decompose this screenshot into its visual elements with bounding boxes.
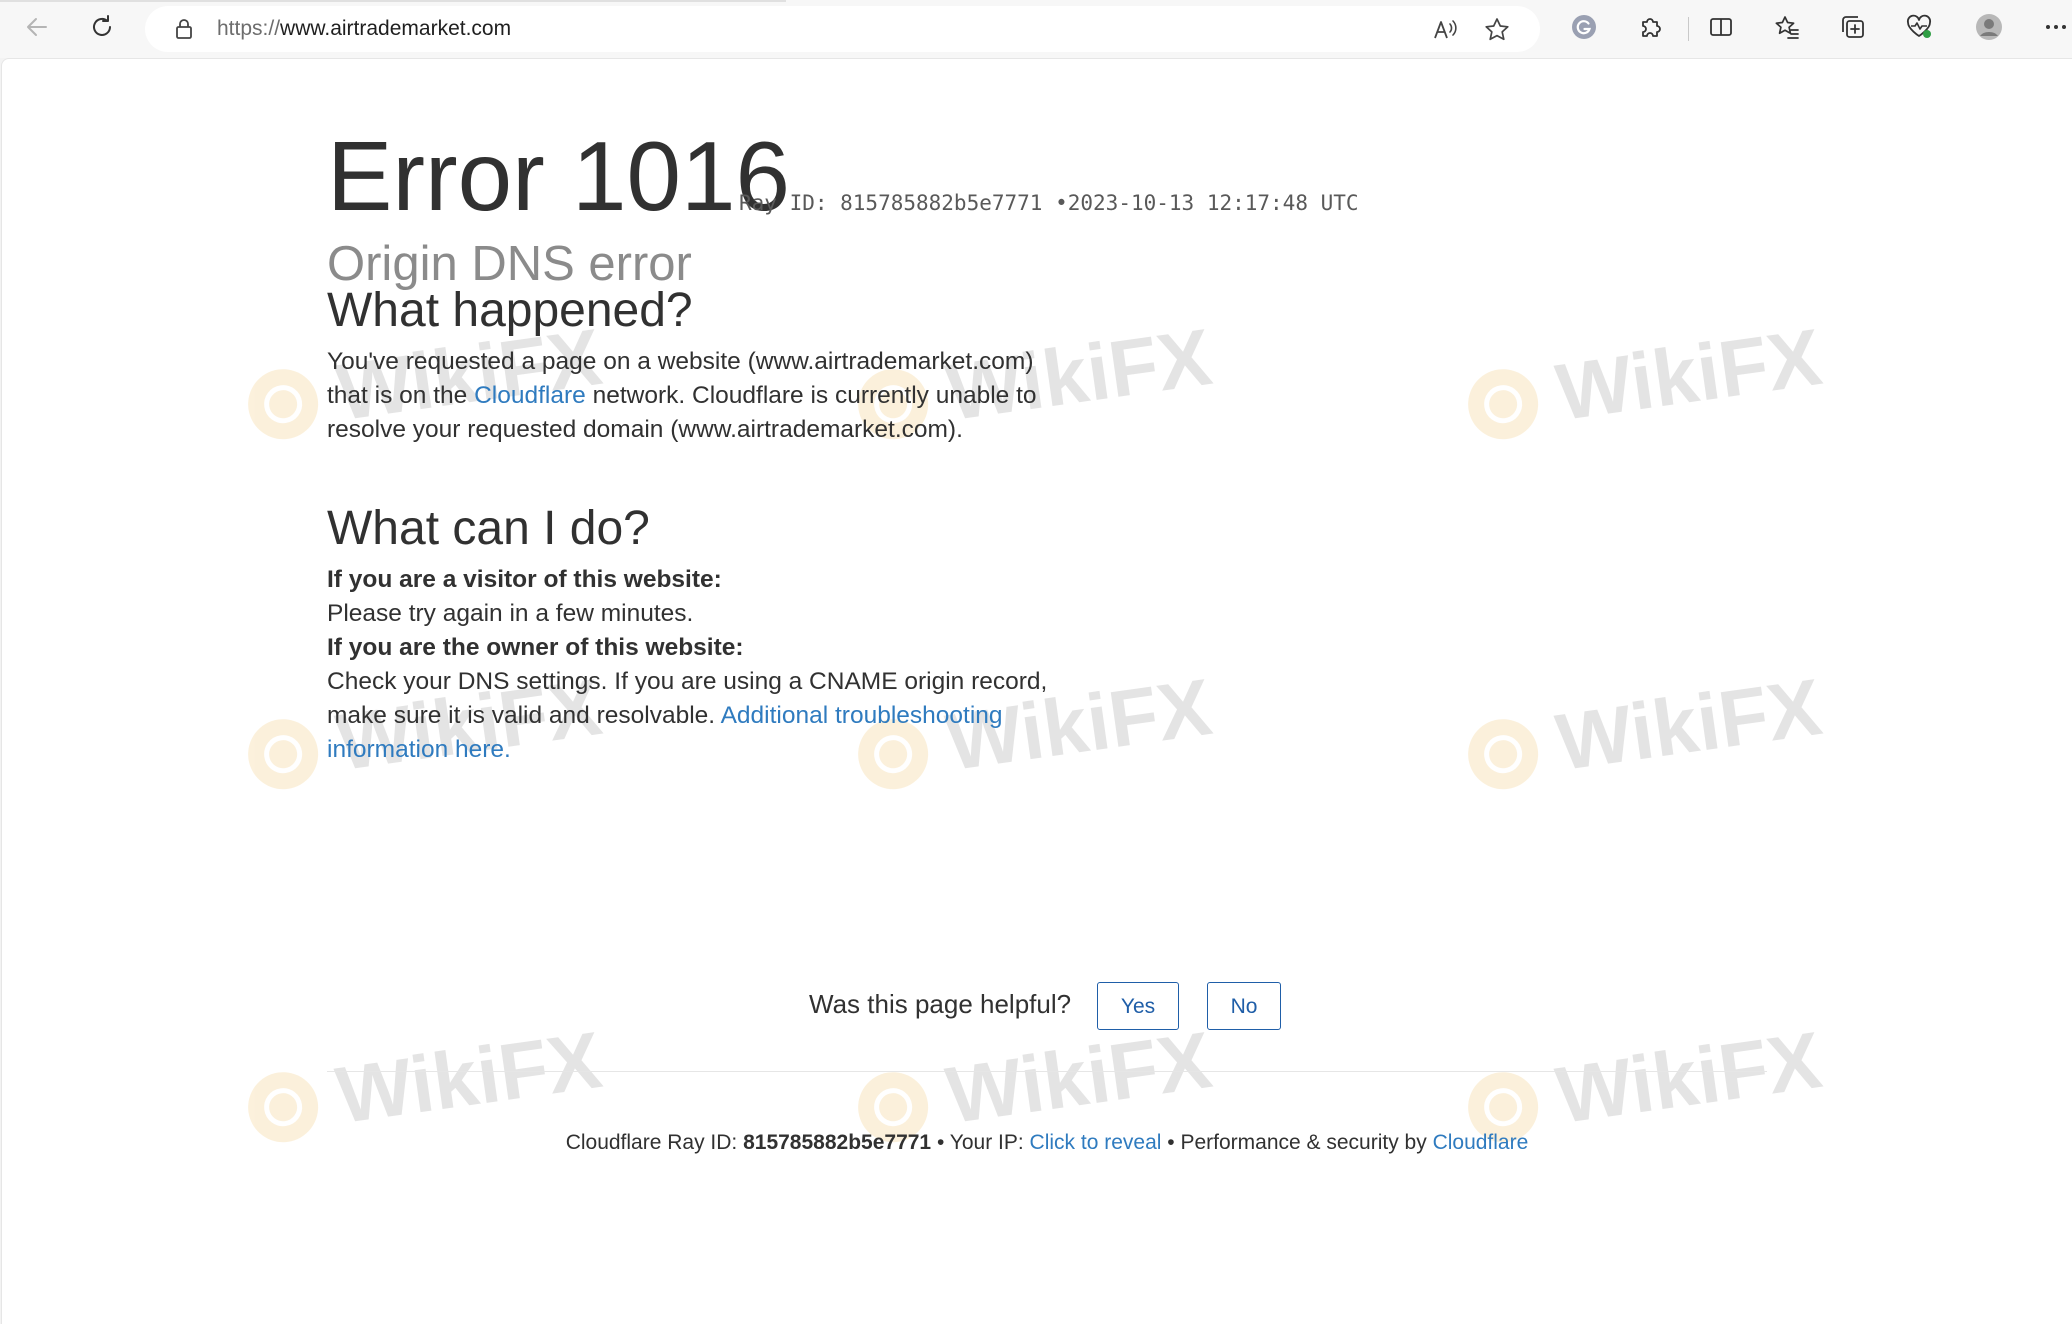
feedback-no-button[interactable]: No (1207, 982, 1281, 1030)
refresh-button[interactable] (83, 11, 121, 47)
what-can-i-do-heading: What can I do? (327, 502, 650, 555)
page-viewport: WikiFX WikiFX WikiFX WikiFX WikiFX WikiF… (1, 58, 2072, 1324)
more-icon (2042, 13, 2070, 45)
lock-icon[interactable] (170, 15, 198, 43)
watermark-logo-icon (1463, 364, 1543, 444)
watermark: WikiFX (1461, 306, 1833, 465)
reveal-ip-link[interactable]: Click to reveal (1030, 1131, 1162, 1154)
watermark-logo-icon (243, 714, 323, 794)
load-progress-line (0, 0, 786, 2)
address-url[interactable]: https://www.airtrademarket.com (217, 14, 511, 44)
feedback-section: Was this page helpful? Yes No (327, 974, 1767, 1034)
what-happened-text: You've requested a page on a website (ww… (327, 348, 1037, 443)
favorites-list-icon (1773, 13, 1801, 45)
read-aloud-icon[interactable] (1430, 15, 1460, 45)
grammarly-icon (1570, 13, 1598, 45)
watermark-logo-icon (243, 364, 323, 444)
error-title: Error 1016 (327, 121, 791, 231)
star-icon[interactable] (1482, 15, 1512, 45)
error-timestamp: 2023-10-13 12:17:48 UTC (1067, 191, 1359, 215)
footer-divider (327, 1071, 1767, 1072)
puzzle-icon (1636, 13, 1664, 45)
split-screen-button[interactable] (1702, 11, 1740, 47)
browser-toolbar: https://www.airtrademarket.com (0, 0, 2072, 58)
collections-icon (1839, 13, 1867, 45)
watermark: WikiFX (1461, 656, 1833, 815)
address-bar[interactable]: https://www.airtrademarket.com (145, 6, 1540, 52)
feedback-question: Was this page helpful? (809, 989, 1072, 1019)
owner-text: Check your DNS settings. If you are usin… (327, 668, 1048, 763)
url-host: www.airtrademarket.com (280, 17, 512, 40)
profile-button[interactable] (1970, 11, 2008, 47)
back-arrow-icon (23, 13, 51, 45)
owner-label: If you are the owner of this website: (327, 634, 744, 661)
performance-button[interactable] (1900, 11, 1938, 47)
meta-separator: • (1055, 191, 1068, 215)
watermark-logo-icon (243, 1067, 323, 1147)
watermark-logo-icon (1463, 714, 1543, 794)
footer-ray-id: 815785882b5e7771 (743, 1131, 932, 1154)
ray-id-meta: Ray ID: 815785882b5e7771 •2023-10-13 12:… (739, 189, 1359, 217)
what-happened-heading: What happened? (327, 284, 693, 337)
visitor-text: Please try again in a few minutes. (327, 600, 694, 627)
more-button[interactable] (2037, 11, 2072, 47)
refresh-icon (88, 13, 116, 45)
extensions-button[interactable] (1631, 11, 1669, 47)
toolbar-separator (1688, 17, 1689, 41)
footer: Cloudflare Ray ID: 815785882b5e7771 • Yo… (565, 1131, 1529, 1154)
visitor-label: If you are a visitor of this website: (327, 566, 722, 593)
footer-cloudflare-link[interactable]: Cloudflare (1433, 1131, 1529, 1154)
feedback-yes-button[interactable]: Yes (1097, 982, 1179, 1030)
split-screen-icon (1707, 13, 1735, 45)
back-button[interactable] (18, 11, 56, 47)
avatar-icon (1975, 13, 2003, 45)
ray-id-label: Ray ID: 815785882b5e7771 (739, 191, 1043, 215)
collections-button[interactable] (1834, 11, 1872, 47)
url-scheme: https:// (217, 17, 281, 40)
favorites-button[interactable] (1768, 11, 1806, 47)
heartbeat-icon (1905, 13, 1933, 45)
what-can-i-do-text: If you are a visitor of this website: Pl… (327, 563, 1067, 767)
grammarly-button[interactable] (1565, 11, 1603, 47)
cloudflare-link[interactable]: Cloudflare (474, 382, 586, 409)
